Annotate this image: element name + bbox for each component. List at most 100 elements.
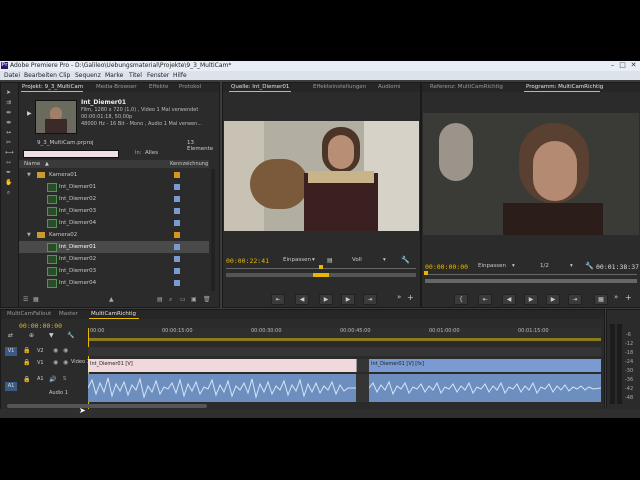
program-fit-dropdown[interactable]: Einpassen <box>478 263 506 269</box>
mark-out-button[interactable]: ⇥ <box>363 294 377 305</box>
play-thumbnail-icon[interactable]: ▶ <box>27 110 32 117</box>
source-playhead[interactable] <box>319 265 323 269</box>
expand-arrow-icon[interactable]: ▼ <box>27 232 31 238</box>
video-clip-b[interactable]: Int_Diemer01 [V] [fx] <box>369 359 601 372</box>
play-button[interactable]: ▶ <box>524 294 538 305</box>
list-item-clip-selected[interactable]: Int_Diemer01 <box>19 241 209 253</box>
chevron-down-icon[interactable]: ▾ <box>512 263 515 269</box>
tab-effects[interactable]: Effekte <box>149 84 168 90</box>
menu-titel[interactable]: Titel <box>129 72 142 79</box>
menu-datei[interactable]: Datei <box>4 72 20 79</box>
list-item-clip[interactable]: Int_Diemer01 <box>19 181 211 193</box>
step-forward-button[interactable]: ▶ <box>546 294 560 305</box>
program-zoom-bar[interactable] <box>425 279 637 283</box>
zoom-slider-icon[interactable]: ▲ <box>109 296 114 303</box>
work-area-bar[interactable] <box>88 338 601 341</box>
trash-icon[interactable]: 🗑 <box>203 296 211 303</box>
slide-tool-icon[interactable]: ⇿ <box>5 159 12 166</box>
tab-media-browser[interactable]: Media-Browser <box>96 84 137 90</box>
audio-clip-b[interactable] <box>369 374 601 402</box>
program-playhead[interactable] <box>424 271 428 275</box>
safe-margins-icon[interactable]: ▤ <box>327 257 333 264</box>
slip-tool-icon[interactable]: ⟷ <box>5 149 14 156</box>
lock-icon[interactable]: 🔒 <box>23 347 30 354</box>
chevron-down-icon[interactable]: ▾ <box>312 257 315 263</box>
go-to-in-button[interactable]: ⇤ <box>478 294 492 305</box>
chevron-down-icon[interactable]: ▾ <box>383 257 386 263</box>
program-quality-dropdown[interactable]: 1/2 <box>540 263 549 269</box>
expand-arrow-icon[interactable]: ▼ <box>27 172 31 178</box>
tab-reference[interactable]: Referenz: MultiCamRichtig <box>430 84 503 90</box>
list-view-icon[interactable]: ☰ <box>23 296 28 303</box>
project-scrollbar[interactable] <box>211 169 215 291</box>
program-scrubber[interactable] <box>425 274 637 275</box>
automate-icon[interactable]: ▤ <box>157 296 163 303</box>
tab-source[interactable]: Quelle: Int_Diemer01 <box>231 84 289 90</box>
menu-fenster[interactable]: Fenster <box>147 72 169 79</box>
audio-clip-a[interactable] <box>88 374 356 402</box>
tab-sequence-master[interactable]: Master <box>59 311 78 317</box>
track-v1[interactable]: Int_Diemer01 [V] Int_Diemer01 [V] [fx] <box>88 359 601 372</box>
list-item-clip[interactable]: Int_Diemer04 <box>19 217 211 229</box>
zoom-tool-icon[interactable]: ⌕ <box>5 189 12 196</box>
a1-source-label[interactable]: A1 <box>5 382 17 391</box>
rate-stretch-tool-icon[interactable]: ↔ <box>5 129 12 136</box>
timeline-horizontal-scrollbar[interactable] <box>7 404 207 408</box>
video-clip-a[interactable]: Int_Diemer01 [V] <box>88 359 357 372</box>
tab-effect-controls[interactable]: Effekteinstellungen <box>313 84 366 90</box>
menu-bearbeiten[interactable]: Bearbeiten <box>24 72 57 79</box>
tab-history[interactable]: Protokol <box>179 84 201 90</box>
tab-audio-mixer[interactable]: Audiomi <box>378 84 401 90</box>
tab-program[interactable]: Programm: MultiCamRichtig <box>526 84 603 90</box>
mark-in-button[interactable]: ⇤ <box>271 294 285 305</box>
v2-source-toggle[interactable]: V1 <box>5 347 17 356</box>
list-item-folder[interactable]: ▼ Kamera01 <box>19 169 211 181</box>
pen-tool-icon[interactable]: ✒ <box>5 169 12 176</box>
add-button-icon[interactable]: + <box>407 293 414 302</box>
menu-hilfe[interactable]: Hilfe <box>173 72 187 79</box>
more-icon[interactable]: » <box>397 293 401 301</box>
link-icon[interactable]: ⊕ <box>29 332 34 339</box>
track-v2[interactable] <box>88 347 601 356</box>
track-a1[interactable] <box>88 374 601 402</box>
eye-icon[interactable]: ◉ <box>53 347 58 354</box>
timeline-timecode[interactable]: 00:00:00:00 <box>19 322 62 330</box>
wrench-icon[interactable]: 🔧 <box>67 332 74 339</box>
rolling-edit-tool-icon[interactable]: ⇼ <box>5 119 12 126</box>
list-item-clip[interactable]: Int_Diemer03 <box>19 265 211 277</box>
source-fit-dropdown[interactable]: Einpassen <box>283 257 311 263</box>
ripple-edit-tool-icon[interactable]: ⇹ <box>5 109 12 116</box>
menu-marke[interactable]: Marke <box>105 72 123 79</box>
eye-icon[interactable]: ◉ <box>53 359 58 366</box>
icon-view-icon[interactable]: ▦ <box>33 296 39 303</box>
program-video-frame[interactable] <box>423 113 639 235</box>
step-forward-button[interactable]: ▶ <box>341 294 355 305</box>
program-timecode[interactable]: 00:00:00:00 <box>425 263 468 271</box>
tab-sequence-multicamfallout[interactable]: MultiCamFallout <box>7 311 51 317</box>
hand-tool-icon[interactable]: ✋ <box>5 179 12 186</box>
column-name[interactable]: Name <box>24 161 40 167</box>
track-select-tool-icon[interactable]: ⇉ <box>5 99 12 106</box>
wrench-icon[interactable]: 🔧 <box>585 262 594 270</box>
tab-project[interactable]: Projekt: 9_3_MultiCam <box>22 84 83 90</box>
speaker-icon[interactable]: 🔊 <box>49 376 56 383</box>
chevron-down-icon[interactable]: ▾ <box>570 263 573 269</box>
more-icon[interactable]: » <box>614 293 618 301</box>
mark-in-button[interactable]: { <box>454 294 468 305</box>
list-item-clip[interactable]: Int_Diemer02 <box>19 193 211 205</box>
sort-ascending-icon[interactable]: ▲ <box>45 161 49 167</box>
eye-icon[interactable]: ◉ <box>63 359 68 366</box>
source-timecode[interactable]: 00:00:22:41 <box>226 257 269 265</box>
razor-tool-icon[interactable]: ✂ <box>5 139 12 146</box>
find-icon[interactable]: ⌕ <box>169 296 172 304</box>
wrench-icon[interactable]: 🔧 <box>401 256 410 264</box>
new-bin-icon[interactable]: ▭ <box>180 296 186 303</box>
search-input[interactable] <box>23 150 119 158</box>
menu-clip[interactable]: Clip <box>59 72 70 79</box>
step-back-button[interactable]: ◀ <box>502 294 516 305</box>
source-quality-dropdown[interactable]: Voll <box>352 257 362 263</box>
search-scope-dropdown[interactable]: Alles <box>145 150 158 156</box>
list-item-clip[interactable]: Int_Diemer03 <box>19 205 211 217</box>
list-item-clip[interactable]: Int_Diemer04 <box>19 277 211 289</box>
multicam-button[interactable]: ▦ <box>594 294 608 305</box>
